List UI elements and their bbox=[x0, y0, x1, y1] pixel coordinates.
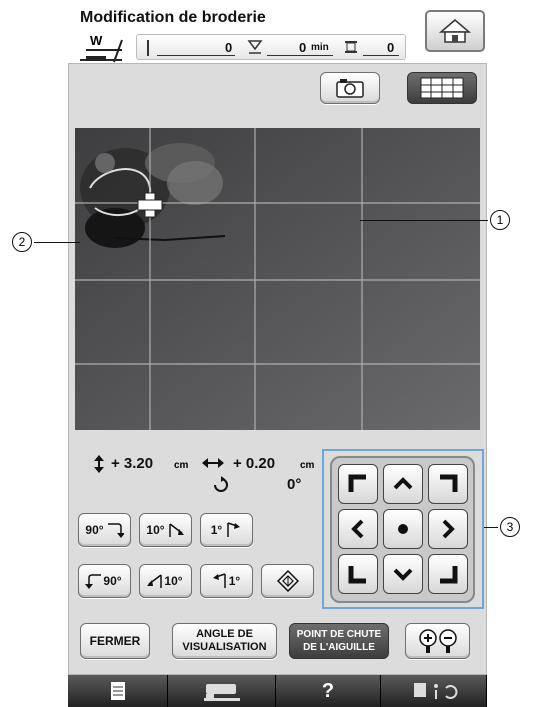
horizontal-offset-value: + 0.20 bbox=[233, 455, 276, 472]
needle-drop-point-button[interactable]: POINT DE CHUTE DE L'AIGUILLE bbox=[289, 623, 389, 659]
machine-settings-icon bbox=[413, 683, 457, 699]
rotate-ccw-10-button[interactable]: 10° bbox=[139, 564, 192, 598]
zoom-button[interactable] bbox=[405, 623, 470, 659]
move-up-right-button[interactable] bbox=[428, 464, 468, 504]
vertical-offset-unit: cm bbox=[174, 460, 189, 471]
reset-rotation-icon bbox=[276, 570, 299, 592]
move-up-left-button[interactable] bbox=[338, 464, 378, 504]
rotate-clockwise-icon bbox=[107, 523, 124, 538]
arrow-down-right-icon bbox=[440, 566, 458, 584]
help-icon: ? bbox=[321, 679, 335, 702]
move-down-button[interactable] bbox=[383, 554, 423, 594]
stitch-counter-icon bbox=[147, 40, 149, 56]
thread-spool-icon bbox=[345, 41, 357, 53]
rotation-angle: 0° bbox=[287, 476, 302, 493]
grid-button[interactable] bbox=[407, 72, 477, 104]
view-angle-button[interactable]: ANGLE DE VISUALISATION bbox=[172, 623, 277, 659]
move-down-right-button[interactable] bbox=[428, 554, 468, 594]
move-left-button[interactable] bbox=[338, 509, 378, 549]
arrow-up-left-icon bbox=[348, 474, 366, 492]
home-button[interactable] bbox=[425, 10, 485, 52]
center-dot-icon bbox=[398, 524, 408, 534]
camera-image bbox=[75, 128, 480, 430]
footer-help-tab[interactable]: ? bbox=[276, 675, 381, 707]
needle-label: W bbox=[90, 33, 103, 48]
rotate-cw-1-button[interactable]: 1° bbox=[200, 513, 253, 547]
thread-count: 0 bbox=[387, 40, 395, 55]
camera-button[interactable] bbox=[320, 72, 380, 104]
camera-view[interactable] bbox=[75, 128, 480, 430]
rotate-counterclockwise-icon bbox=[85, 574, 102, 589]
zoom-in-out-icon bbox=[418, 629, 457, 653]
rotate-clockwise-small-icon bbox=[168, 523, 184, 537]
arrow-down-icon bbox=[393, 568, 413, 581]
arrow-left-icon bbox=[351, 519, 364, 539]
callout-2: 2 bbox=[12, 232, 32, 252]
vertical-arrows-icon bbox=[94, 455, 104, 473]
callout-3: 3 bbox=[500, 517, 520, 537]
move-up-button[interactable] bbox=[383, 464, 423, 504]
callout-1: 1 bbox=[490, 210, 510, 230]
rotate-counterclockwise-small-icon bbox=[147, 574, 163, 588]
footer-settings-tab[interactable] bbox=[381, 675, 487, 707]
reset-rotation-button[interactable] bbox=[261, 564, 314, 598]
home-icon bbox=[438, 19, 472, 43]
time-unit: min bbox=[311, 42, 329, 53]
close-button[interactable]: FERMER bbox=[80, 623, 150, 659]
rotate-clockwise-tiny-icon bbox=[227, 522, 241, 537]
footer-document-tab[interactable] bbox=[68, 675, 168, 707]
page-title: Modification de broderie bbox=[80, 9, 266, 26]
status-bar: 0 0 min 0 bbox=[136, 34, 406, 60]
stitch-count: 0 bbox=[225, 40, 233, 55]
time-value: 0 bbox=[299, 40, 307, 55]
grid-icon bbox=[420, 77, 464, 99]
footer-bar: ? bbox=[68, 675, 487, 707]
rotation-icon bbox=[214, 476, 228, 492]
move-right-button[interactable] bbox=[428, 509, 468, 549]
move-arrow-pad bbox=[330, 456, 475, 603]
camera-icon bbox=[336, 79, 364, 98]
rotate-counterclockwise-tiny-icon bbox=[212, 573, 226, 588]
document-icon bbox=[110, 682, 125, 700]
arrow-right-icon bbox=[442, 519, 455, 539]
rotate-cw-90-button[interactable]: 90° bbox=[78, 513, 131, 547]
horizontal-arrows-icon bbox=[202, 458, 224, 468]
sewing-machine-icon bbox=[203, 684, 240, 701]
footer-machine-tab[interactable] bbox=[168, 675, 276, 707]
horizontal-offset-unit: cm bbox=[300, 460, 315, 471]
vertical-offset-value: + 3.20 bbox=[111, 455, 154, 472]
rotate-ccw-1-button[interactable]: 1° bbox=[200, 564, 253, 598]
time-icon bbox=[247, 40, 263, 54]
rotate-ccw-90-button[interactable]: 90° bbox=[78, 564, 131, 598]
arrow-up-icon bbox=[393, 477, 413, 490]
move-down-left-button[interactable] bbox=[338, 554, 378, 594]
arrow-up-right-icon bbox=[440, 474, 458, 492]
move-center-button[interactable] bbox=[383, 509, 423, 549]
arrow-down-left-icon bbox=[348, 566, 366, 584]
rotate-cw-10-button[interactable]: 10° bbox=[139, 513, 192, 547]
needle-indicator: W bbox=[74, 33, 130, 64]
